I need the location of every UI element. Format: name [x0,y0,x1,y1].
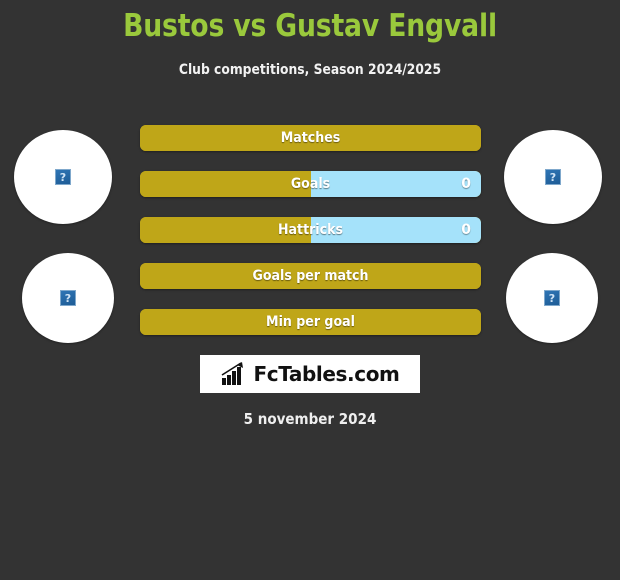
comparison-infographic: Bustos vs Gustav Engvall Club competitio… [0,0,620,580]
stat-label: Goals [290,176,331,192]
broken-image-icon: ? [545,169,561,185]
home-player-photo-top: ? [14,130,112,224]
stat-row-goals: Goals 0 [140,171,481,197]
stat-row-hattricks: Hattricks 0 [140,217,481,243]
away-stat-value: 0 [461,176,471,192]
away-stat-value: 0 [461,222,471,238]
away-player-photo-bottom: ? [506,253,598,343]
stat-row-matches: Matches [140,125,481,151]
stat-label: Goals per match [252,268,369,284]
away-player-photo-top: ? [504,130,602,224]
stat-label: Hattricks [278,222,343,238]
bar-chart-growth-icon [221,362,243,385]
stat-label: Matches [280,130,341,146]
home-player-photo-bottom: ? [22,253,114,343]
stat-label: Min per goal [266,314,355,330]
page-subtitle: Club competitions, Season 2024/2025 [178,62,442,78]
fctables-logo-text: FcTables.com [253,362,400,386]
broken-image-icon: ? [55,169,71,185]
fctables-logo[interactable]: FcTables.com [200,355,420,393]
stat-row-min-per-goal: Min per goal [140,309,481,335]
broken-image-icon: ? [544,290,560,306]
page-title: Bustos vs Gustav Engvall [123,8,497,44]
stat-row-goals-per-match: Goals per match [140,263,481,289]
generated-date: 5 november 2024 [243,410,377,428]
stats-bar-list: Matches Goals 0 Hattricks 0 Goals per ma… [140,125,481,355]
broken-image-icon: ? [60,290,76,306]
